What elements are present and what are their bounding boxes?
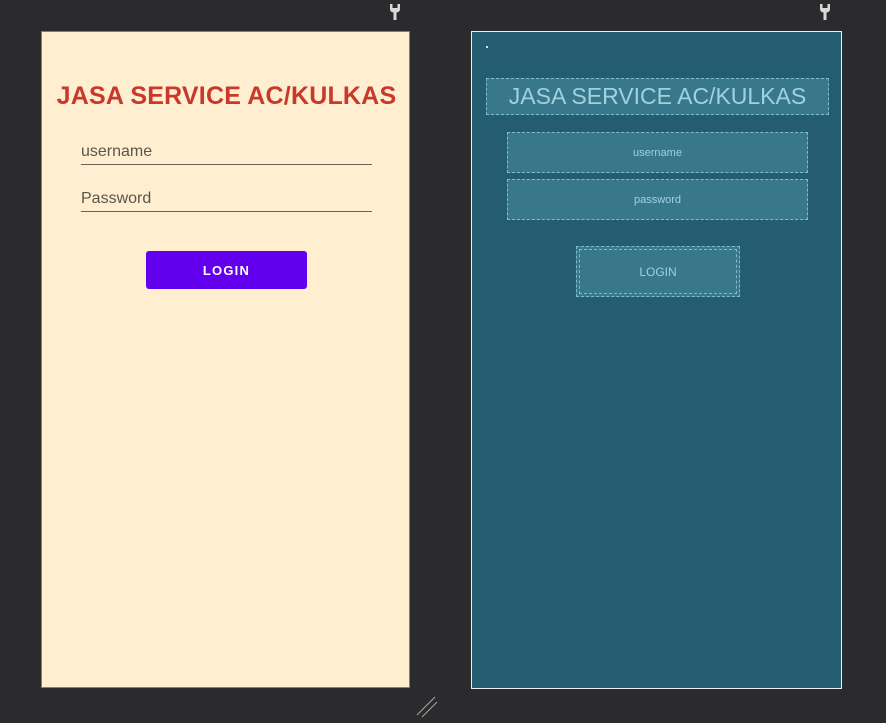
username-field[interactable]: username	[81, 142, 372, 165]
blueprint-marker	[486, 46, 488, 48]
design-preview[interactable]: JASA SERVICE AC/KULKAS username Password…	[41, 31, 410, 688]
login-button[interactable]: LOGIN	[146, 251, 307, 289]
blueprint-title[interactable]: JASA SERVICE AC/KULKAS	[486, 78, 829, 115]
blueprint-login-button[interactable]: LOGIN	[576, 246, 740, 297]
blueprint-password-field[interactable]: password	[507, 179, 808, 220]
blueprint-preview[interactable]: JASA SERVICE AC/KULKAS username password…	[471, 31, 842, 689]
app-title: JASA SERVICE AC/KULKAS	[56, 82, 397, 110]
blueprint-username-field[interactable]: username	[507, 132, 808, 173]
wrench-icon[interactable]	[389, 3, 401, 21]
wrench-icon[interactable]	[819, 3, 831, 21]
resize-handle-icon[interactable]	[416, 696, 438, 718]
password-field[interactable]: Password	[81, 189, 372, 212]
